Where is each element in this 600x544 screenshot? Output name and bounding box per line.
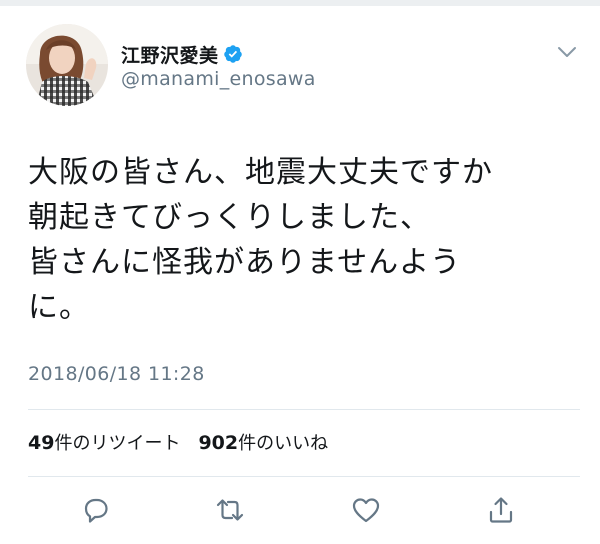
tweet-text-line: 朝起きてびっくりしました、 [28, 200, 431, 235]
retweets-count: 49 [28, 432, 55, 454]
likes-label: 件のいいね [238, 433, 329, 454]
likes-count: 902 [198, 432, 239, 454]
tweet-card: 江野沢愛美 @manami_enosawa 大阪の皆さん、地震大丈夫ですか 朝起… [0, 0, 600, 544]
divider [28, 476, 580, 477]
avatar-image [26, 24, 108, 106]
retweets-label: 件のリツイート [54, 433, 181, 454]
chevron-down-icon[interactable] [556, 44, 578, 60]
top-divider [0, 0, 600, 6]
share-button[interactable] [485, 494, 517, 526]
verified-badge-icon [223, 44, 243, 64]
tweet-text-line: に。 [28, 290, 90, 325]
divider [28, 409, 580, 410]
tweet-text: 大阪の皆さん、地震大丈夫ですか 朝起きてびっくりしました、 皆さんに怪我がありま… [28, 150, 588, 330]
display-name[interactable]: 江野沢愛美 [121, 41, 219, 68]
tweet-text-line: 大阪の皆さん、地震大丈夫ですか [28, 155, 493, 190]
reply-button[interactable] [80, 494, 112, 526]
tweet-stats: 49件のリツイート 902件のいいね [28, 429, 346, 455]
heart-icon [352, 498, 380, 523]
tweet-text-line: 皆さんに怪我がありませんよう [28, 245, 462, 280]
user-handle[interactable]: @manami_enosawa [121, 68, 316, 90]
avatar[interactable] [26, 24, 108, 106]
tweet-actions [0, 494, 600, 534]
share-icon [489, 497, 513, 523]
tweet-timestamp[interactable]: 2018/06/18 11:28 [28, 363, 205, 385]
retweets-stat[interactable]: 49件のリツイート [28, 429, 198, 455]
retweet-icon [216, 499, 244, 521]
display-name-row: 江野沢愛美 [121, 40, 243, 68]
likes-stat[interactable]: 902件のいいね [198, 429, 346, 455]
retweet-button[interactable] [214, 494, 246, 526]
like-button[interactable] [350, 494, 382, 526]
reply-icon [84, 498, 108, 523]
